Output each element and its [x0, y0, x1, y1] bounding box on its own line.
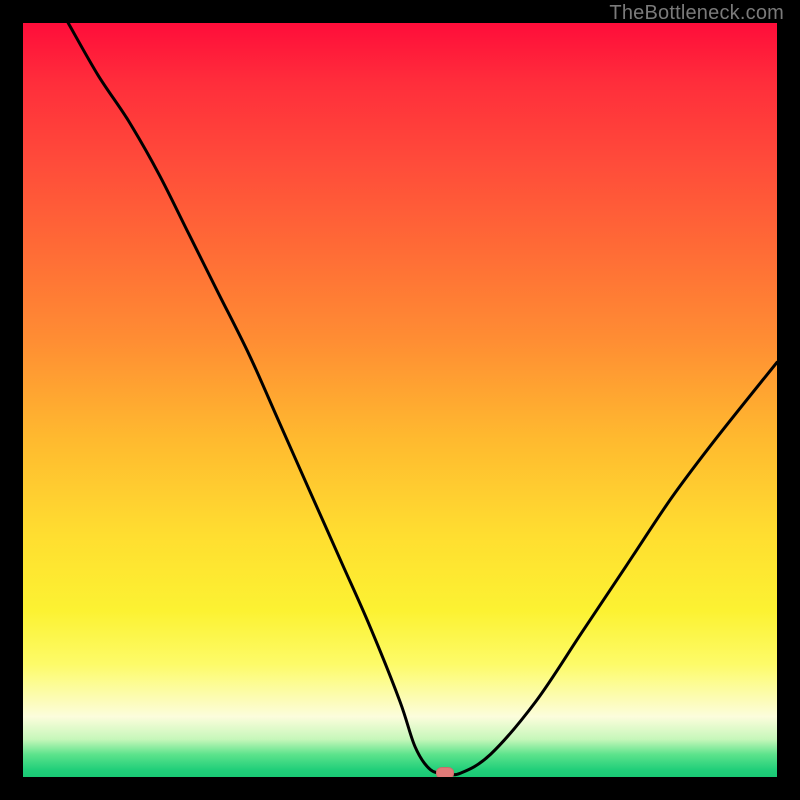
- bottleneck-curve: [23, 23, 777, 777]
- watermark-text: TheBottleneck.com: [609, 2, 784, 25]
- optimum-marker: [436, 767, 454, 777]
- chart-frame: TheBottleneck.com: [0, 0, 800, 800]
- plot-area: [23, 23, 777, 777]
